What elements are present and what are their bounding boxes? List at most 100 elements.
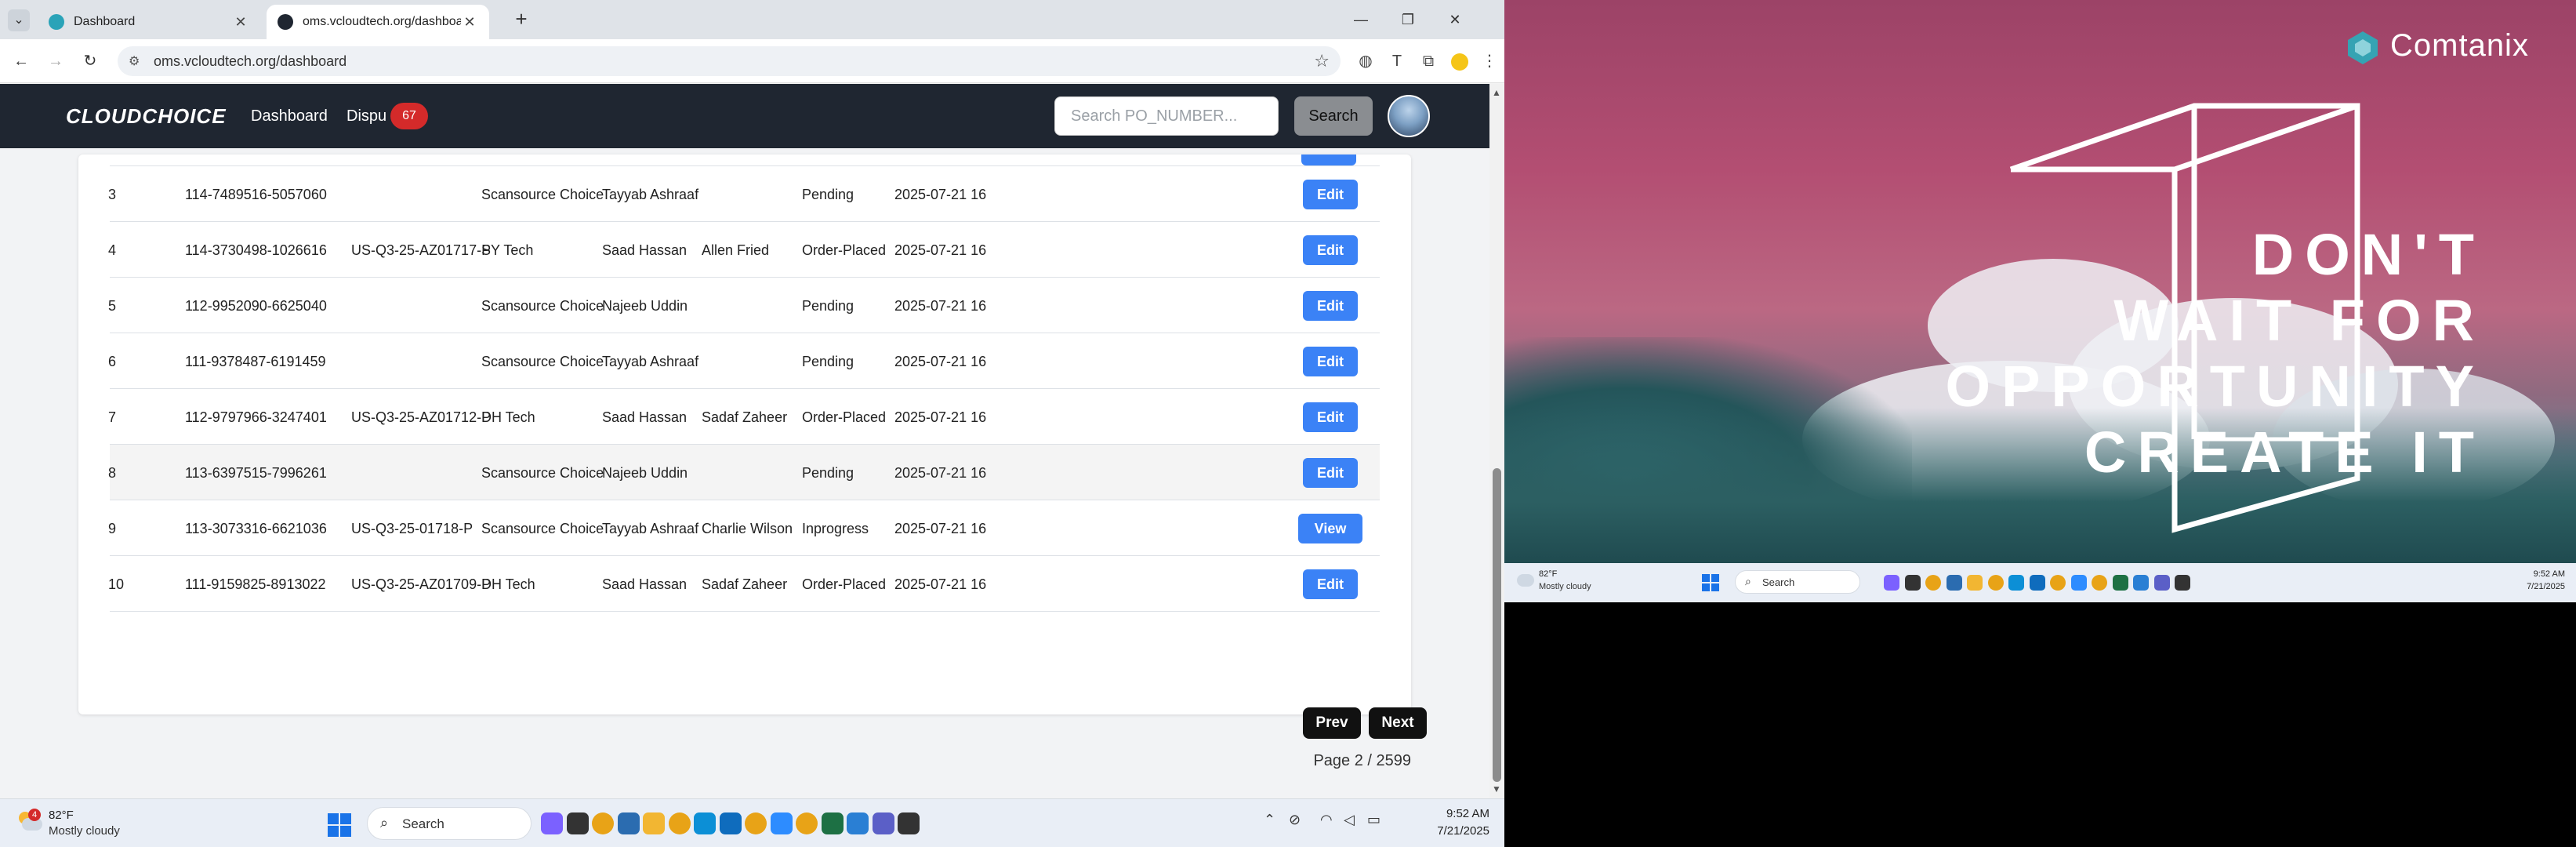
chrome-icon[interactable] [2092,575,2107,591]
edit-button[interactable]: Edit [1303,347,1358,376]
tab-search-button[interactable]: ⌄ [8,9,30,31]
taskbar-search[interactable]: ⌕ Search [1735,570,1860,594]
nav-link-dashboard[interactable]: Dashboard [251,107,328,125]
search-button[interactable]: Search [1294,96,1373,136]
folder-icon[interactable] [643,812,665,834]
close-tab-icon[interactable]: ✕ [461,14,478,31]
zoom-icon[interactable] [2070,575,2087,591]
chevron-up-icon[interactable]: ⌃ [1264,812,1275,828]
brand-logo[interactable]: CLOUDCHOICE [66,104,227,129]
extension-icon[interactable]: ◍ [1353,49,1378,74]
close-tab-icon[interactable]: ✕ [232,14,249,31]
start-icon[interactable] [1702,574,1719,591]
nav-link-disputes[interactable]: Dispu [346,107,386,125]
wifi-icon[interactable]: ◠ [1320,812,1333,828]
chrome-icon[interactable] [1987,575,2004,591]
chrome-icon[interactable] [2050,575,2066,591]
view-button[interactable]: View [1298,514,1362,543]
network-status-icon[interactable]: ⊘ [1289,812,1301,828]
file-explorer-icon[interactable] [1904,575,1921,591]
windows-taskbar: 4 82°F Mostly cloudy ⌕ Search ⌃ ⊘ ◠ ◁ ▭ … [0,798,1504,847]
scroll-up-icon[interactable]: ▲ [1492,87,1501,98]
order-status: Order-Placed [802,242,887,258]
edge-icon[interactable] [2008,575,2024,591]
order-status: Order-Placed [802,409,887,425]
battery-icon[interactable]: ▭ [1367,812,1381,828]
close-window-icon[interactable]: ✕ [1431,6,1478,33]
weather-icon[interactable] [1517,574,1534,587]
clock-time[interactable]: 9:52 AM [1411,807,1489,820]
weather-temp[interactable]: 82°F [49,809,74,822]
calculator-icon[interactable] [1946,575,1962,591]
clock-date[interactable]: 7/21/2025 [2527,582,2565,591]
scrollbar-thumb[interactable] [1493,468,1501,782]
extensions-puzzle-icon[interactable]: ⧉ [1416,49,1441,74]
site-info-icon[interactable]: ⚙ [129,53,140,69]
weather-condition[interactable]: Mostly cloudy [1539,582,1591,591]
edge-icon[interactable] [694,812,716,834]
chrome-icon[interactable] [796,812,818,834]
supplier-name: Scansource Choice [481,521,604,536]
chrome-icon[interactable] [1925,575,1941,591]
edit-button[interactable]: Edit [1303,180,1358,209]
url-text: oms.vcloudtech.org/dashboard [154,53,347,69]
widgets-icon[interactable] [541,812,563,834]
chrome-icon[interactable] [592,812,614,834]
weather-condition[interactable]: Mostly cloudy [49,824,120,838]
teams-icon[interactable] [2153,575,2170,591]
paint-icon[interactable] [847,812,869,834]
sticky-notes-icon[interactable] [898,812,920,834]
reading-mode-icon[interactable]: T [1384,49,1410,74]
order-date: 2025-07-21 16 [894,576,987,592]
start-icon[interactable] [328,813,351,837]
paint-icon[interactable] [2133,575,2149,591]
page-scrollbar[interactable]: ▲ ▼ [1489,84,1504,798]
clock-time[interactable]: 9:52 AM [2534,569,2565,579]
teams-icon[interactable] [872,812,894,834]
scroll-down-icon[interactable]: ▼ [1492,783,1501,794]
order-status: Inprogress [802,521,869,536]
chrome-icon[interactable] [745,812,767,834]
user-avatar[interactable] [1388,95,1430,137]
address-bar[interactable]: ⚙ oms.vcloudtech.org/dashboard ☆ [118,46,1341,76]
edit-button[interactable]: Edit [1303,458,1358,488]
restore-icon[interactable]: ❐ [1384,6,1431,33]
edit-button[interactable]: Edit [1303,291,1358,321]
weather-icon[interactable]: 4 [17,809,42,832]
reload-icon[interactable]: ↻ [78,49,102,73]
profile-icon[interactable] [1447,49,1472,74]
tab-oms-dashboard[interactable]: oms.vcloudtech.org/dashboard ✕ [267,5,489,39]
volume-icon[interactable]: ◁ [1344,812,1355,828]
outlook-icon[interactable] [2029,575,2045,591]
disputes-count-badge: 67 [390,103,428,129]
edit-button[interactable]: Edit [1303,569,1358,599]
file-explorer-icon[interactable] [566,812,589,834]
clock-date[interactable]: 7/21/2025 [1411,824,1489,838]
next-page-button[interactable]: Next [1369,707,1427,739]
minimize-icon[interactable]: — [1337,6,1384,33]
edit-button[interactable] [1301,154,1356,165]
order-date: 2025-07-21 16 [894,242,987,258]
calculator-icon[interactable] [617,812,640,834]
edit-button[interactable]: Edit [1303,235,1358,265]
menu-icon[interactable]: ⋮ [1477,49,1502,74]
prev-page-button[interactable]: Prev [1303,707,1361,739]
folder-icon[interactable] [1967,575,1983,591]
tab-dashboard[interactable]: Dashboard ✕ [38,5,260,39]
weather-temp[interactable]: 82°F [1539,569,1557,579]
sticky-notes-icon[interactable] [2175,575,2190,591]
edit-button[interactable]: Edit [1303,402,1358,432]
zoom-icon[interactable] [770,812,793,834]
widgets-icon[interactable] [1884,575,1899,591]
outlook-icon[interactable] [719,812,742,834]
po-number-search-input[interactable] [1054,96,1279,136]
forward-icon[interactable]: → [44,49,67,73]
back-icon[interactable]: ← [9,49,33,73]
new-tab-icon[interactable]: + [510,8,533,31]
excel-icon[interactable] [821,812,844,834]
bookmark-star-icon[interactable]: ☆ [1314,51,1330,71]
chrome-icon[interactable] [668,812,691,834]
taskbar-search[interactable]: ⌕ Search [367,807,532,840]
excel-icon[interactable] [2112,575,2128,591]
order-id: 114-3730498-1026616 [185,242,327,258]
